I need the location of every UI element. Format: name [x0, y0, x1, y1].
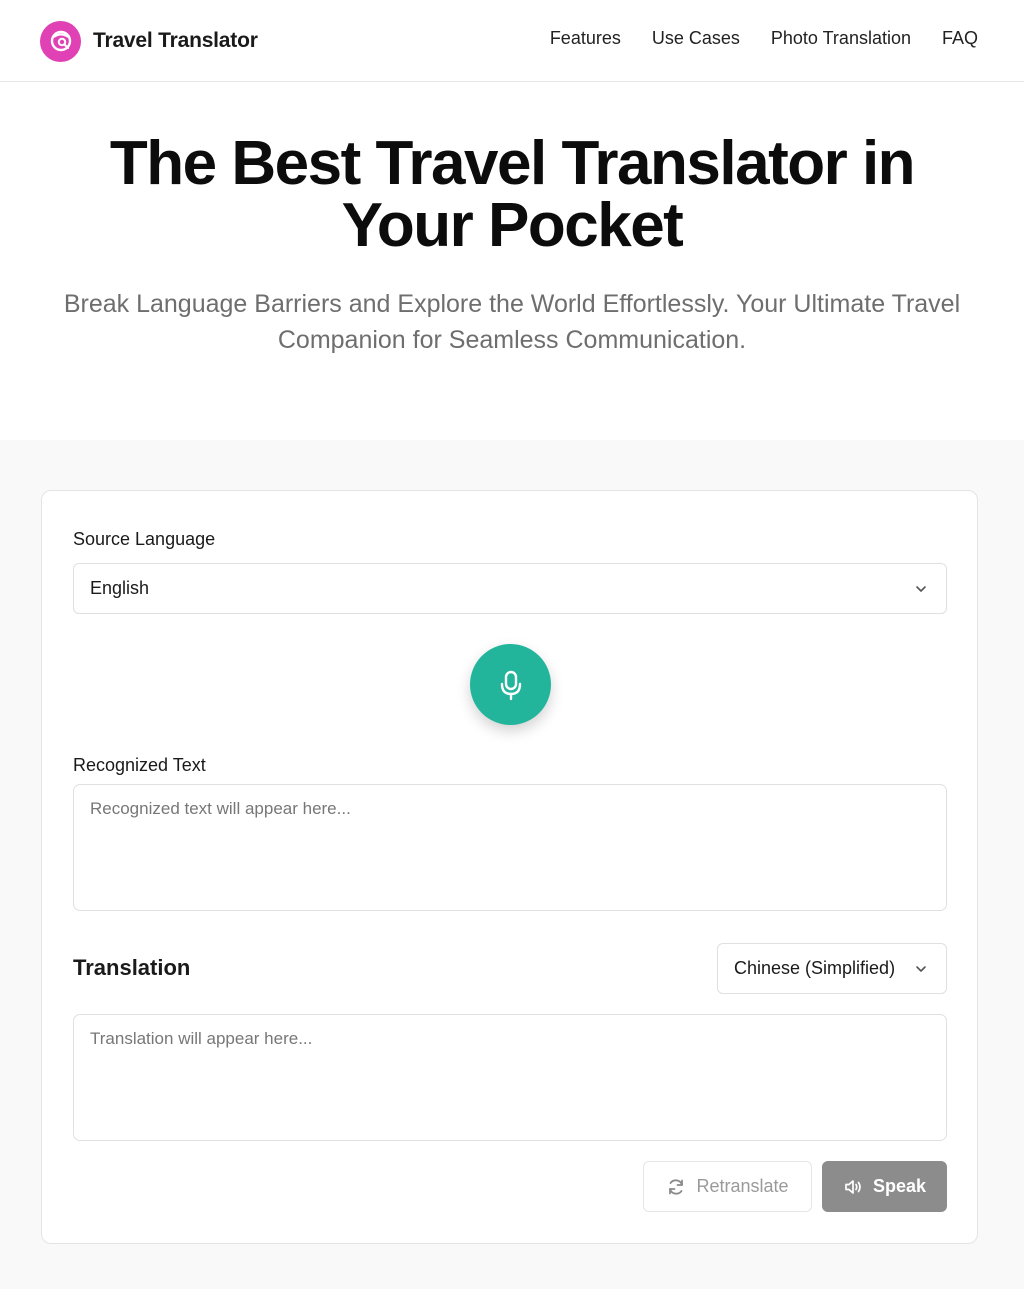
main-nav: Features Use Cases Photo Translation FAQ: [550, 28, 978, 49]
retranslate-button[interactable]: Retranslate: [643, 1161, 812, 1212]
recognized-text-label: Recognized Text: [73, 755, 206, 775]
speak-button[interactable]: Speak: [822, 1161, 947, 1212]
nav-link-faq[interactable]: FAQ: [942, 28, 978, 49]
recognized-text-placeholder: Recognized text will appear here...: [90, 799, 351, 818]
nav-link-use-cases[interactable]: Use Cases: [652, 28, 740, 49]
target-language-select[interactable]: Chinese (Simplified): [717, 943, 947, 994]
translation-heading: Translation: [73, 955, 191, 980]
recognized-text-area[interactable]: Recognized text will appear here...: [73, 784, 947, 911]
hero-section: The Best Travel Translator in Your Pocke…: [0, 83, 1024, 440]
translator-card: Source Language English Recognized Text …: [41, 490, 978, 1244]
hero-subtitle: Break Language Barriers and Explore the …: [63, 290, 961, 354]
microphone-icon: [500, 670, 521, 700]
translation-text-area[interactable]: Translation will appear here...: [73, 1014, 947, 1141]
hero-title: The Best Travel Translator in Your Pocke…: [109, 129, 916, 260]
speaker-icon: [845, 1179, 861, 1194]
translator-section: Source Language English Recognized Text …: [0, 440, 1024, 1289]
source-language-select[interactable]: English: [73, 563, 947, 614]
microphone-button[interactable]: [470, 644, 551, 725]
nav-link-features[interactable]: Features: [550, 28, 621, 49]
chevron-down-icon: [916, 966, 926, 972]
brand[interactable]: Travel Translator: [40, 20, 258, 62]
brand-name: Travel Translator: [93, 29, 258, 52]
site-header: Travel Translator Features Use Cases Pho…: [0, 0, 1024, 82]
translation-placeholder: Translation will appear here...: [90, 1029, 313, 1048]
chevron-down-icon: [916, 586, 926, 592]
translate-globe-icon: [40, 20, 81, 62]
refresh-icon: [669, 1178, 684, 1195]
retranslate-label: Retranslate: [696, 1176, 789, 1196]
target-language-value: Chinese (Simplified): [734, 958, 896, 978]
speak-label: Speak: [872, 1176, 927, 1196]
source-language-label: Source Language: [73, 529, 216, 549]
source-language-value: English: [90, 578, 150, 598]
nav-link-photo-translation[interactable]: Photo Translation: [771, 28, 911, 49]
